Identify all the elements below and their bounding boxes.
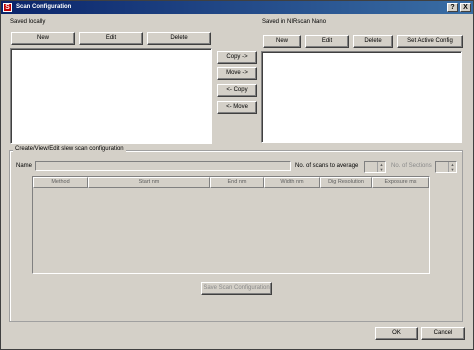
stepper-arrows[interactable]: ▲ ▼: [448, 162, 456, 172]
app-icon: S: [3, 3, 12, 12]
name-label: Name: [16, 163, 33, 169]
column-header: Dig Resolution: [320, 177, 372, 188]
column-header: End nm: [210, 177, 264, 188]
stepper-arrows[interactable]: ▲ ▼: [377, 162, 385, 172]
scan-configuration-window: S Scan Configuration ? X Saved locally N…: [0, 0, 474, 350]
local-new-button[interactable]: New: [11, 32, 75, 45]
column-header: Method: [33, 177, 88, 188]
local-config-list[interactable]: [10, 48, 212, 144]
scans-to-average-stepper[interactable]: ▲ ▼: [364, 161, 386, 173]
column-header: Width nm: [264, 177, 320, 188]
ok-button[interactable]: OK: [375, 327, 418, 340]
sections-table[interactable]: Method Start nm End nm Width nm Dig Reso…: [32, 176, 430, 274]
sections-label: No. of Sections: [391, 163, 432, 169]
device-config-list[interactable]: [261, 51, 462, 143]
title-bar[interactable]: S Scan Configuration ? X: [1, 1, 473, 14]
saved-in-device-label: Saved in NIRscan Nano: [262, 19, 327, 25]
close-button[interactable]: X: [460, 3, 471, 12]
move-right-button[interactable]: Move ->: [217, 67, 257, 80]
name-input[interactable]: [35, 161, 291, 171]
device-edit-button[interactable]: Edit: [305, 35, 349, 48]
sections-stepper[interactable]: ▲ ▼: [435, 161, 457, 173]
save-scan-configuration-button[interactable]: Save Scan Configuration: [201, 282, 272, 295]
device-delete-button[interactable]: Delete: [353, 35, 393, 48]
copy-right-button[interactable]: Copy ->: [217, 51, 257, 64]
set-active-config-button[interactable]: Set Active Config: [397, 35, 463, 48]
move-left-button[interactable]: <- Move: [217, 101, 257, 114]
column-header: Start nm: [88, 177, 210, 188]
local-edit-button[interactable]: Edit: [79, 32, 143, 45]
spin-down-icon[interactable]: ▼: [378, 167, 385, 172]
group-title: Create/View/Edit slew scan configuration: [13, 146, 126, 152]
saved-locally-label: Saved locally: [10, 19, 46, 25]
table-header: Method Start nm End nm Width nm Dig Reso…: [33, 177, 429, 188]
copy-left-button[interactable]: <- Copy: [217, 84, 257, 97]
device-new-button[interactable]: New: [263, 35, 301, 48]
help-button[interactable]: ?: [447, 3, 458, 12]
cancel-button[interactable]: Cancel: [421, 327, 465, 340]
scans-to-average-label: No. of scans to average: [295, 163, 359, 169]
local-delete-button[interactable]: Delete: [147, 32, 211, 45]
column-header: Exposure ms: [372, 177, 429, 188]
spin-down-icon[interactable]: ▼: [449, 167, 456, 172]
window-title: Scan Configuration: [16, 4, 72, 10]
